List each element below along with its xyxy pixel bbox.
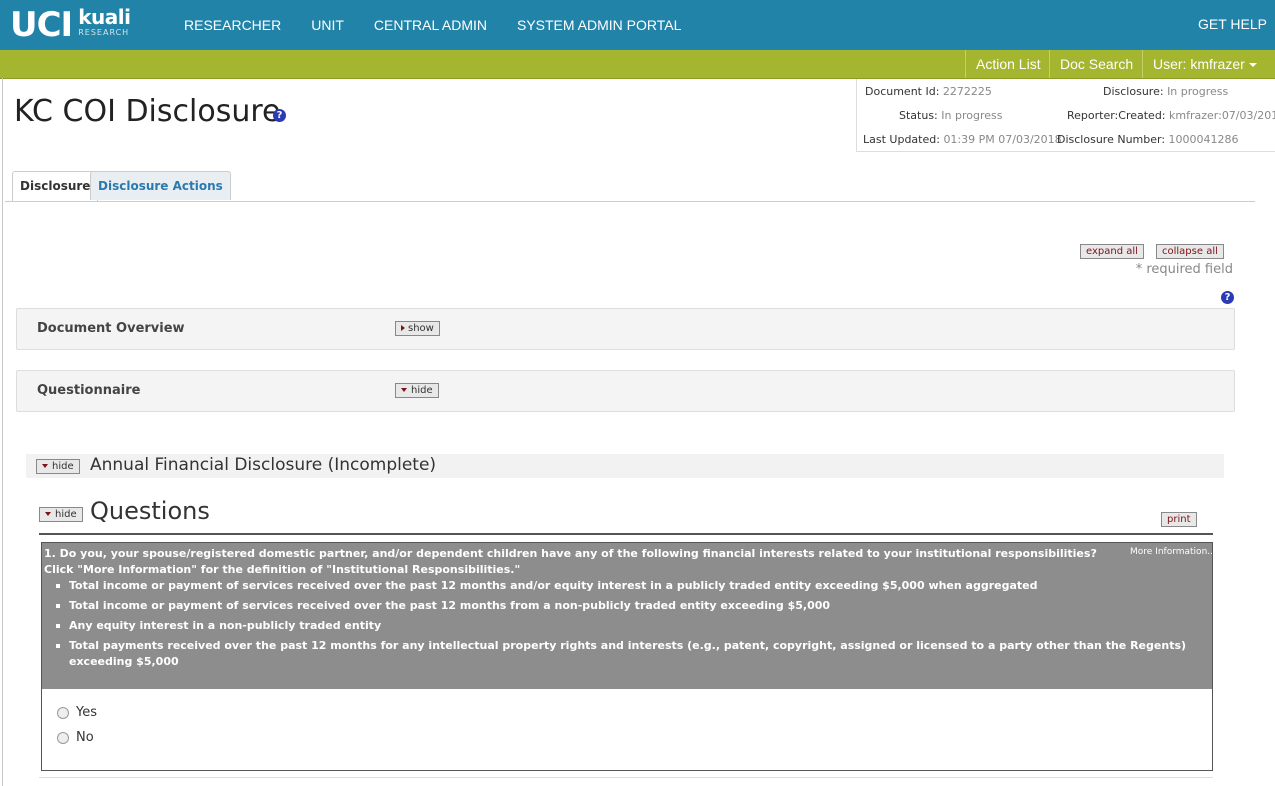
last-updated-row: Last Updated: 01:39 PM 07/03/2018	[863, 133, 1062, 146]
left-border	[2, 78, 3, 786]
uci-kuali-logo[interactable]: UCI kuali RESEARCH	[10, 5, 131, 45]
logo-research-text: RESEARCH	[78, 28, 130, 37]
disclosure-number-row: Disclosure Number: 1000041286	[1057, 133, 1239, 146]
triangle-down-icon	[45, 512, 51, 516]
triangle-down-icon	[401, 388, 407, 392]
status-label: Status:	[899, 109, 938, 122]
nav-central-admin[interactable]: CENTRAL ADMIN	[374, 17, 487, 33]
chevron-down-icon	[1248, 63, 1257, 68]
top-nav-bar: UCI kuali RESEARCH RESEARCHER UNIT CENTR…	[0, 0, 1275, 50]
list-item: Total payments received over the past 12…	[56, 638, 1209, 670]
bullet-icon	[56, 604, 60, 608]
doc-search-link[interactable]: Doc Search	[1049, 50, 1143, 78]
expand-all-button[interactable]: expand all	[1080, 244, 1144, 259]
questionnaire-title: Questionnaire	[37, 383, 141, 398]
last-updated-value: 01:39 PM 07/03/2018	[943, 133, 1062, 146]
disclosure-number-value: 1000041286	[1168, 133, 1239, 146]
no-label: No	[76, 730, 94, 745]
bullet-icon	[56, 624, 60, 628]
main-nav: RESEARCHER UNIT CENTRAL ADMIN SYSTEM ADM…	[184, 0, 711, 50]
disclosure-label: Disclosure:	[1103, 85, 1164, 98]
status-value: In progress	[941, 109, 1003, 122]
logo-kuali: kuali RESEARCH	[78, 5, 131, 38]
required-field-note: * required field	[1135, 262, 1233, 277]
answer-yes[interactable]: Yes	[57, 705, 97, 720]
questionnaire-panel: Questionnaire hide	[16, 370, 1235, 412]
logo-kuali-text: kuali	[78, 5, 131, 29]
reporter-value: kmfrazer:07/03/2018	[1169, 109, 1275, 122]
questions-title: Questions	[90, 497, 210, 525]
questions-hide-button[interactable]: hide	[39, 507, 83, 522]
annual-disclosure-hide-button[interactable]: hide	[36, 459, 80, 474]
yes-label: Yes	[76, 705, 97, 720]
bullet-text: Total payments received over the past 12…	[69, 639, 1187, 668]
logo-uci-text: UCI	[10, 5, 73, 45]
hide-label: hide	[411, 385, 433, 396]
collapse-all-button[interactable]: collapse all	[1156, 244, 1224, 259]
question-1-header: 1. Do you, your spouse/registered domest…	[42, 543, 1216, 689]
help-icon[interactable]: ?	[1221, 291, 1234, 304]
status-row: Status: In progress	[899, 109, 1002, 122]
bullet-text: Any equity interest in a non-publicly tr…	[69, 619, 382, 632]
document-id-row: Document Id: 2272225	[865, 85, 992, 98]
user-menu[interactable]: User: kmfrazer	[1142, 50, 1267, 78]
triangle-right-icon	[401, 325, 405, 331]
question-1-box: 1. Do you, your spouse/registered domest…	[41, 542, 1216, 771]
questions-divider	[39, 533, 1213, 535]
bullet-text: Total income or payment of services rece…	[69, 579, 1038, 592]
document-overview-show-button[interactable]: show	[395, 321, 440, 336]
nav-unit[interactable]: UNIT	[311, 17, 344, 33]
bullet-text: Total income or payment of services rece…	[69, 599, 831, 612]
bullet-icon	[56, 584, 60, 588]
document-info-panel: Document Id: 2272225 Disclosure: In prog…	[856, 79, 1275, 152]
bottom-divider	[39, 777, 1213, 778]
utility-bar: Action List Doc Search User: kmfrazer	[0, 50, 1275, 79]
document-overview-panel: Document Overview show	[16, 308, 1235, 350]
print-button[interactable]: print	[1161, 512, 1197, 527]
nav-system-admin-portal[interactable]: SYSTEM ADMIN PORTAL	[517, 17, 681, 33]
page-title: KC COI Disclosure	[14, 94, 281, 129]
get-help-link[interactable]: GET HELP	[1198, 16, 1267, 32]
list-item: Total income or payment of services rece…	[56, 598, 1209, 614]
list-item: Any equity interest in a non-publicly tr…	[56, 618, 1209, 634]
list-item: Total income or payment of services rece…	[56, 578, 1209, 594]
disclosure-status-row: Disclosure: In progress	[1103, 85, 1228, 98]
questionnaire-hide-button[interactable]: hide	[395, 383, 439, 398]
answer-no[interactable]: No	[57, 730, 94, 745]
tab-divider	[5, 201, 1255, 202]
annual-disclosure-title: Annual Financial Disclosure (Incomplete)	[90, 455, 437, 475]
action-list-link[interactable]: Action List	[965, 50, 1051, 78]
hide-label: hide	[52, 461, 74, 472]
yes-radio[interactable]	[57, 706, 69, 719]
document-id-label: Document Id:	[865, 85, 940, 98]
disclosure-value: In progress	[1167, 85, 1229, 98]
disclosure-number-label: Disclosure Number:	[1057, 133, 1166, 146]
document-id-value: 2272225	[942, 85, 992, 98]
user-menu-label: User: kmfrazer	[1153, 56, 1245, 72]
help-icon[interactable]: ?	[273, 109, 286, 122]
question-1-bullets: Total income or payment of services rece…	[56, 578, 1209, 674]
more-information-link[interactable]: More Information...	[1130, 547, 1216, 557]
question-1-text: 1. Do you, your spouse/registered domest…	[44, 547, 1097, 576]
hide-label: hide	[55, 509, 77, 520]
reporter-label: Reporter:Created:	[1067, 109, 1166, 122]
reporter-row: Reporter:Created: kmfrazer:07/03/2018	[1067, 109, 1275, 122]
bullet-icon	[56, 644, 60, 648]
tab-disclosure-actions[interactable]: Disclosure Actions	[90, 171, 231, 200]
show-label: show	[408, 323, 434, 334]
no-radio[interactable]	[57, 731, 69, 744]
document-overview-title: Document Overview	[37, 321, 185, 336]
last-updated-label: Last Updated:	[863, 133, 940, 146]
triangle-down-icon	[42, 464, 48, 468]
nav-researcher[interactable]: RESEARCHER	[184, 17, 281, 33]
tab-disclosure[interactable]: Disclosure	[12, 171, 99, 202]
